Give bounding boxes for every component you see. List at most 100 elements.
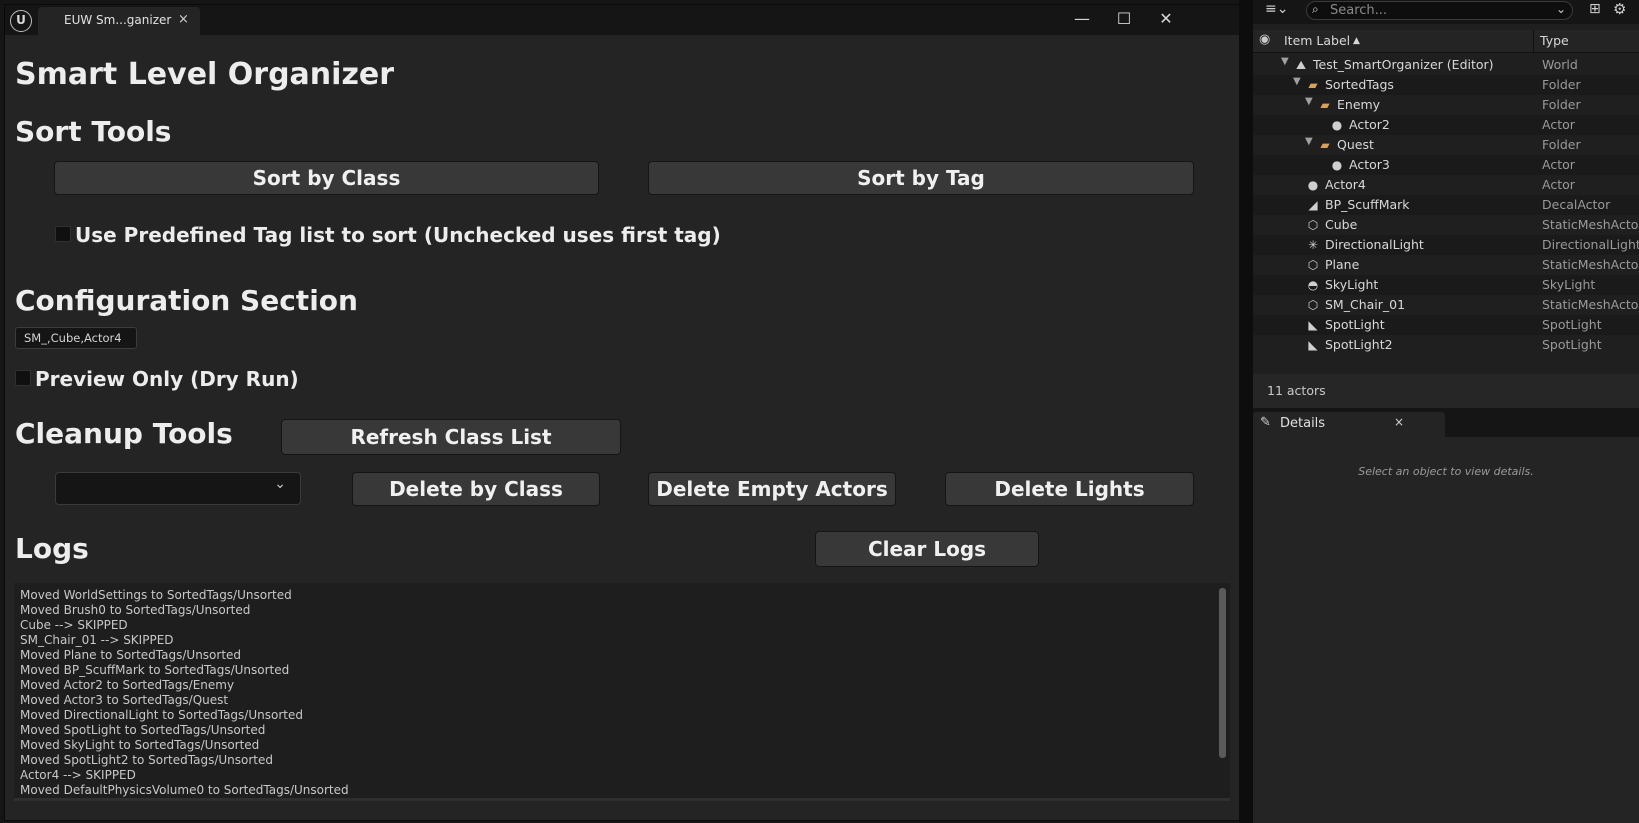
outliner-row[interactable]: ◓ SkyLight SkyLight xyxy=(1253,275,1639,295)
outliner-row[interactable]: ⬡ SM_Chair_01 StaticMeshActor xyxy=(1253,295,1639,315)
tab-close-icon[interactable]: × xyxy=(178,12,189,27)
chevron-down-icon: ⌄ xyxy=(274,476,286,492)
log-line: SM_Chair_01 --> SKIPPED xyxy=(20,633,174,647)
actor-icon: ● xyxy=(1331,118,1343,132)
outliner-row[interactable]: ◣ SpotLight SpotLight xyxy=(1253,315,1639,335)
expand-arrow-icon[interactable]: ▼ xyxy=(1305,96,1313,107)
world-icon: ⛰ xyxy=(1295,58,1307,72)
close-window-icon[interactable]: ✕ xyxy=(1153,9,1179,28)
preview-only-checkbox[interactable] xyxy=(15,370,31,386)
minimize-icon[interactable]: — xyxy=(1069,9,1095,28)
expand-arrow-icon[interactable]: ▼ xyxy=(1281,56,1289,67)
logs-scrollbar[interactable] xyxy=(1219,588,1226,758)
outliner-row-type: Actor xyxy=(1542,117,1575,132)
sky-light-icon: ◓ xyxy=(1307,278,1319,292)
outliner-row-type: Folder xyxy=(1542,137,1581,152)
search-icon: ⌕ xyxy=(1312,2,1319,16)
unreal-logo-icon[interactable]: U xyxy=(10,10,32,32)
search-chevron-down-icon[interactable]: ⌄ xyxy=(1556,2,1566,16)
search-placeholder: Search... xyxy=(1330,3,1388,18)
outliner-row-label: Actor3 xyxy=(1349,157,1390,172)
item-label-column-header[interactable]: Item Label xyxy=(1284,33,1350,48)
outliner-row-type: SkyLight xyxy=(1542,277,1596,292)
outliner-row-label: Cube xyxy=(1325,217,1358,232)
details-panel: ✎ Details × Select an object to view det… xyxy=(1253,410,1639,823)
log-line: Moved Plane to SortedTags/Unsorted xyxy=(20,648,242,662)
expand-arrow-icon[interactable]: ▼ xyxy=(1305,136,1313,147)
log-line: Moved DirectionalLight to SortedTags/Uns… xyxy=(20,708,303,722)
outliner-row-type: StaticMeshActor xyxy=(1542,217,1639,232)
add-folder-icon[interactable]: ⊞ xyxy=(1589,1,1601,17)
log-line: Moved DefaultPhysicsVolume0 to SortedTag… xyxy=(20,783,349,797)
sort-ascending-icon: ▲ xyxy=(1353,36,1360,46)
maximize-icon[interactable]: ☐ xyxy=(1111,9,1137,28)
details-tab[interactable]: ✎ Details × xyxy=(1253,412,1445,437)
log-line: Moved SpotLight to SortedTags/Unsorted xyxy=(20,723,266,737)
window-titlebar[interactable]: U EUW Sm...ganizer × — ☐ ✕ xyxy=(5,5,1239,35)
static-mesh-icon: ⬡ xyxy=(1307,298,1319,312)
outliner-row[interactable]: ◣ SpotLight2 SpotLight xyxy=(1253,335,1639,355)
logs-panel[interactable]: Moved WorldSettings to SortedTags/Unsort… xyxy=(14,583,1230,801)
outliner-toolbar: ≡⌄ ⌕ Search... ⌄ ⊞ ⚙ xyxy=(1253,0,1639,24)
column-divider[interactable] xyxy=(1533,30,1534,52)
outliner-row-type: Actor xyxy=(1542,177,1575,192)
outliner-row-label: Quest xyxy=(1337,137,1374,152)
use-predefined-tags-label: Use Predefined Tag list to sort (Uncheck… xyxy=(75,223,721,247)
outliner-row-type: Folder xyxy=(1542,77,1581,92)
outliner-row[interactable]: ● Actor2 Actor xyxy=(1253,115,1639,135)
outliner-row-label: SkyLight xyxy=(1325,277,1379,292)
details-tab-label: Details xyxy=(1280,416,1326,431)
outliner-row[interactable]: ▼ ▰ Quest Folder xyxy=(1253,135,1639,155)
outliner-row[interactable]: ⬡ Cube StaticMeshActor xyxy=(1253,215,1639,235)
delete-lights-button[interactable]: Delete Lights xyxy=(945,472,1194,506)
outliner-row[interactable]: ▼ ⛰ Test_SmartOrganizer (Editor) World xyxy=(1253,55,1639,75)
outliner-row[interactable]: ⬡ Plane StaticMeshActor xyxy=(1253,255,1639,275)
delete-empty-actors-button[interactable]: Delete Empty Actors xyxy=(648,472,896,506)
outliner-row-label: Test_SmartOrganizer (Editor) xyxy=(1313,57,1494,72)
sort-by-class-button[interactable]: Sort by Class xyxy=(54,161,599,195)
outliner-row-label: DirectionalLight xyxy=(1325,237,1424,252)
tag-list-input[interactable]: SM_,Cube,Actor4 xyxy=(15,327,137,349)
delete-by-class-button[interactable]: Delete by Class xyxy=(352,472,600,506)
details-close-icon[interactable]: × xyxy=(1394,415,1404,429)
window-tab[interactable]: EUW Sm...ganizer × xyxy=(38,7,200,35)
outliner-row-type: DirectionalLight xyxy=(1542,237,1639,252)
folder-icon: ▰ xyxy=(1320,98,1330,112)
configuration-heading: Configuration Section xyxy=(15,284,358,317)
refresh-class-list-button[interactable]: Refresh Class List xyxy=(281,419,621,455)
outliner-row[interactable]: ● Actor4 Actor xyxy=(1253,175,1639,195)
log-line: Moved SpotLight2 to SortedTags/Unsorted xyxy=(20,753,273,767)
actor-icon: ● xyxy=(1331,158,1343,172)
settings-gear-icon[interactable]: ⚙ xyxy=(1613,0,1626,18)
clear-logs-button[interactable]: Clear Logs xyxy=(815,531,1039,567)
outliner-row-label: Enemy xyxy=(1337,97,1381,112)
type-column-header[interactable]: Type xyxy=(1540,33,1569,48)
sort-by-tag-button[interactable]: Sort by Tag xyxy=(648,161,1194,195)
use-predefined-tags-checkbox[interactable] xyxy=(55,226,71,242)
filter-icon[interactable]: ≡⌄ xyxy=(1265,1,1288,17)
outliner-row-label: SpotLight xyxy=(1325,317,1385,332)
outliner-row-type: SpotLight xyxy=(1542,317,1602,332)
log-line: Actor4 --> SKIPPED xyxy=(20,768,136,782)
visibility-eye-icon[interactable]: ◉ xyxy=(1259,32,1270,47)
outliner-panel: ≡⌄ ⌕ Search... ⌄ ⊞ ⚙ ◉ Item Label ▲ Type… xyxy=(1253,0,1639,408)
outliner-row[interactable]: ● Actor3 Actor xyxy=(1253,155,1639,175)
outliner-row[interactable]: ✳ DirectionalLight DirectionalLight xyxy=(1253,235,1639,255)
outliner-row-type: DecalActor xyxy=(1542,197,1611,212)
outliner-row[interactable]: ▼ ▰ Enemy Folder xyxy=(1253,95,1639,115)
outliner-row-label: BP_ScuffMark xyxy=(1325,197,1410,212)
outliner-row-label: SM_Chair_01 xyxy=(1325,297,1406,312)
outliner-search-input[interactable]: ⌕ Search... ⌄ xyxy=(1306,1,1573,20)
outliner-row[interactable]: ◢ BP_ScuffMark DecalActor xyxy=(1253,195,1639,215)
outliner-row[interactable]: ▼ ▰ SortedTags Folder xyxy=(1253,75,1639,95)
panel-divider[interactable] xyxy=(1239,0,1253,823)
log-line: Cube --> SKIPPED xyxy=(20,618,128,632)
log-line: Moved Brush0 to SortedTags/Unsorted xyxy=(20,603,251,617)
expand-arrow-icon[interactable]: ▼ xyxy=(1293,76,1301,87)
class-dropdown[interactable]: ⌄ xyxy=(55,472,301,505)
cleanup-tools-heading: Cleanup Tools xyxy=(15,417,233,450)
sort-tools-heading: Sort Tools xyxy=(15,115,172,148)
outliner-row-label: Actor2 xyxy=(1349,117,1390,132)
smart-organizer-window: U EUW Sm...ganizer × — ☐ ✕ Smart Level O… xyxy=(4,4,1240,821)
log-line: Moved WorldSettings to SortedTags/Unsort… xyxy=(20,588,292,602)
